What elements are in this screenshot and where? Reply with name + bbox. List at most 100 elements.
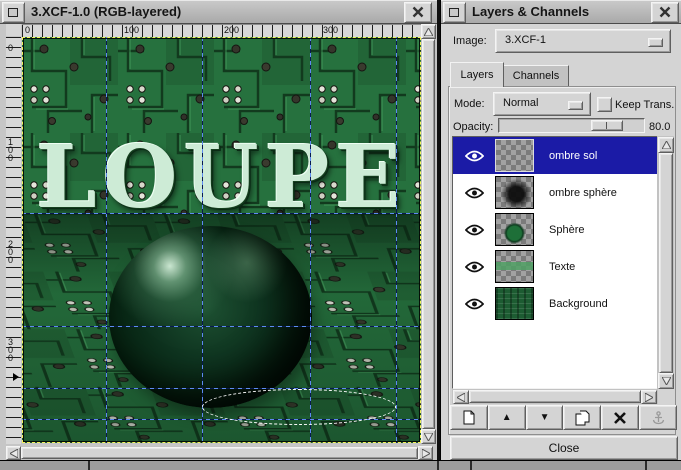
dropdown-indicator-icon xyxy=(568,101,583,110)
layer-name: ombre sphère xyxy=(549,187,617,199)
guide-horizontal[interactable] xyxy=(22,213,421,214)
delete-layer-button[interactable] xyxy=(601,405,639,430)
arrow-left-icon xyxy=(457,393,465,402)
layer-thumbnail[interactable] xyxy=(495,139,534,172)
duplicate-layer-icon xyxy=(575,410,590,426)
scroll-left-button[interactable] xyxy=(453,390,469,404)
window-menu-button[interactable] xyxy=(2,2,25,23)
keep-trans-label: Keep Trans. xyxy=(615,99,674,111)
scroll-thumb[interactable] xyxy=(422,39,435,429)
image-window-close-button[interactable] xyxy=(404,2,432,23)
dropdown-indicator-icon xyxy=(648,38,663,47)
window-menu-icon xyxy=(449,8,459,17)
canvas-vertical-scrollbar[interactable] xyxy=(421,24,436,444)
close-button[interactable]: Close xyxy=(450,436,678,460)
close-icon xyxy=(412,6,424,18)
opacity-slider[interactable] xyxy=(498,118,645,133)
tab-channels[interactable]: Channels xyxy=(503,65,569,87)
layer-thumbnail[interactable] xyxy=(495,213,534,246)
guide-horizontal[interactable] xyxy=(22,326,421,327)
dialog-close-button[interactable] xyxy=(651,2,679,23)
dialog-titlebar[interactable]: Layers & Channels xyxy=(441,0,681,24)
guide-horizontal[interactable] xyxy=(22,388,421,389)
guide-vertical[interactable] xyxy=(106,37,107,443)
ruler-label: 300 xyxy=(8,338,16,362)
scroll-up-button[interactable] xyxy=(421,24,436,39)
new-layer-button[interactable] xyxy=(450,405,488,430)
image-select-dropdown[interactable]: 3.XCF-1 xyxy=(495,29,671,53)
window-menu-button[interactable] xyxy=(443,2,466,23)
new-layer-icon xyxy=(463,410,475,425)
raise-layer-button[interactable]: ▲ xyxy=(488,405,526,430)
arrow-down-icon xyxy=(662,377,671,385)
arrow-up-icon xyxy=(662,141,671,149)
visibility-toggle[interactable] xyxy=(453,261,495,273)
tab-label: Channels xyxy=(513,70,559,82)
image-canvas[interactable]: LOUPE xyxy=(22,37,421,443)
tab-label: Layers xyxy=(460,69,493,81)
ruler-label: 200 xyxy=(8,240,16,264)
scroll-right-button[interactable] xyxy=(418,446,433,460)
layer-row-background[interactable]: Background xyxy=(453,285,657,322)
layers-channels-dialog: Layers & Channels Image: 3.XCF-1 Layers … xyxy=(440,0,681,460)
selection-ellipse[interactable] xyxy=(202,389,396,425)
border-grip-divider xyxy=(88,461,90,470)
layer-list-horizontal-scrollbar[interactable] xyxy=(452,389,658,404)
image-select-value: 3.XCF-1 xyxy=(505,34,546,46)
canvas-sphere xyxy=(109,226,312,408)
visibility-toggle[interactable] xyxy=(453,187,495,199)
eye-icon xyxy=(465,298,484,310)
duplicate-layer-button[interactable] xyxy=(563,405,601,430)
scroll-down-button[interactable] xyxy=(658,373,674,389)
scroll-right-button[interactable] xyxy=(641,390,657,404)
ruler-corner xyxy=(6,24,21,36)
guide-vertical[interactable] xyxy=(202,37,203,443)
scroll-thumb[interactable] xyxy=(469,390,641,403)
scroll-up-button[interactable] xyxy=(658,137,674,153)
visibility-toggle[interactable] xyxy=(453,298,495,310)
ruler-label: 300 xyxy=(323,25,338,35)
scroll-thumb[interactable] xyxy=(659,153,673,373)
layer-name: Texte xyxy=(549,261,575,273)
guide-vertical[interactable] xyxy=(396,37,397,443)
visibility-toggle[interactable] xyxy=(453,150,495,162)
ruler-label: 0 xyxy=(8,44,16,52)
canvas-horizontal-scrollbar[interactable] xyxy=(6,446,433,460)
vertical-ruler[interactable]: 0 100 200 300 xyxy=(6,37,21,444)
image-window-title: 3.XCF-1.0 (RGB-layered) xyxy=(31,4,181,19)
layer-action-buttons: ▲ ▼ xyxy=(450,405,677,430)
guide-vertical[interactable] xyxy=(310,37,311,443)
layer-list: ombre sol ombre sphère xyxy=(452,136,658,389)
tab-layers[interactable]: Layers xyxy=(450,62,504,87)
layer-row-texte[interactable]: Texte xyxy=(453,248,657,285)
layer-thumbnail[interactable] xyxy=(495,287,534,320)
layer-name: Sphère xyxy=(549,224,584,236)
opacity-slider-handle[interactable] xyxy=(591,120,623,131)
border-grip-divider xyxy=(645,461,647,470)
keep-trans-checkbox[interactable] xyxy=(597,97,612,112)
ruler-label: 100 xyxy=(8,138,16,162)
dialog-title: Layers & Channels xyxy=(472,4,589,19)
scroll-thumb[interactable] xyxy=(21,447,418,459)
scroll-left-button[interactable] xyxy=(6,446,21,460)
eye-icon xyxy=(465,261,484,273)
canvas-text-loupe: LOUPE xyxy=(22,135,421,221)
layer-row-sphere[interactable]: Sphère xyxy=(453,211,657,248)
layer-thumbnail[interactable] xyxy=(495,250,534,283)
ruler-position-marker xyxy=(13,373,19,381)
ruler-label: 200 xyxy=(224,25,239,35)
layer-list-vertical-scrollbar[interactable] xyxy=(657,136,674,389)
lower-layer-button[interactable]: ▼ xyxy=(526,405,564,430)
visibility-toggle[interactable] xyxy=(453,224,495,236)
layer-thumbnail[interactable] xyxy=(495,176,534,209)
close-button-label: Close xyxy=(549,441,580,455)
layer-row-ombre-sol[interactable]: ombre sol xyxy=(453,137,657,174)
horizontal-ruler[interactable]: 0 100 200 300 xyxy=(22,24,421,38)
anchor-layer-button[interactable] xyxy=(639,405,677,430)
window-manager-border[interactable] xyxy=(0,460,681,470)
layer-row-ombre-sphere[interactable]: ombre sphère xyxy=(453,174,657,211)
screen: 3.XCF-1.0 (RGB-layered) 0 100 200 300 0 … xyxy=(0,0,681,470)
image-window-titlebar[interactable]: 3.XCF-1.0 (RGB-layered) xyxy=(0,0,437,24)
scroll-down-button[interactable] xyxy=(421,429,436,444)
mode-dropdown[interactable]: Normal xyxy=(493,92,591,116)
